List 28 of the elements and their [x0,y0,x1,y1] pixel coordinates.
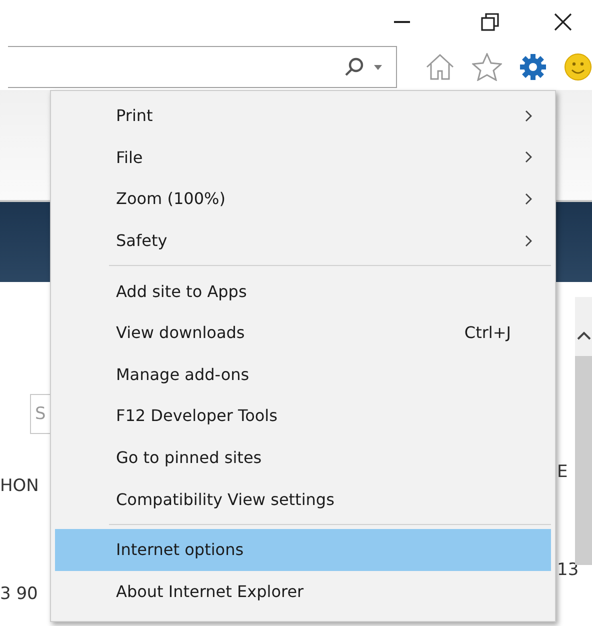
search-icon [344,57,364,77]
menu-item[interactable]: About Internet Explorer [55,570,551,612]
menu-item[interactable]: File [55,136,551,178]
menu-item[interactable]: Add site to Apps [55,270,551,312]
menu-item[interactable]: Compatibility View settings [55,478,551,520]
dropdown-icon [374,64,382,70]
address-bar[interactable] [8,46,397,88]
column-header: E [557,462,569,482]
menu-item[interactable]: Go to pinned sites [55,436,551,478]
table-cell-text: 3 90 [0,584,39,604]
menu-item[interactable]: Manage add-ons [55,354,551,396]
menu-item[interactable]: View downloads Ctrl+J [55,312,551,354]
menu-item[interactable]: Zoom (100%) [55,178,551,220]
shortcut-label: Ctrl+J [464,323,511,342]
star-icon[interactable] [472,53,502,81]
table-cell: 13 [557,560,575,580]
menu-item[interactable]: Safety [55,220,551,262]
menu-item[interactable]: Internet options [55,528,551,571]
close-icon [554,13,572,31]
settings-icon[interactable] [519,53,547,81]
scroll-up-icon[interactable] [577,331,591,340]
menu-item[interactable]: Print [55,95,551,137]
minimize-icon [394,21,410,23]
restore-icon [481,13,499,31]
menu-item[interactable]: F12 Developer Tools [55,395,551,437]
smiley-icon[interactable] [564,53,592,81]
column-header: HON [0,476,40,496]
home-icon[interactable] [425,53,455,81]
